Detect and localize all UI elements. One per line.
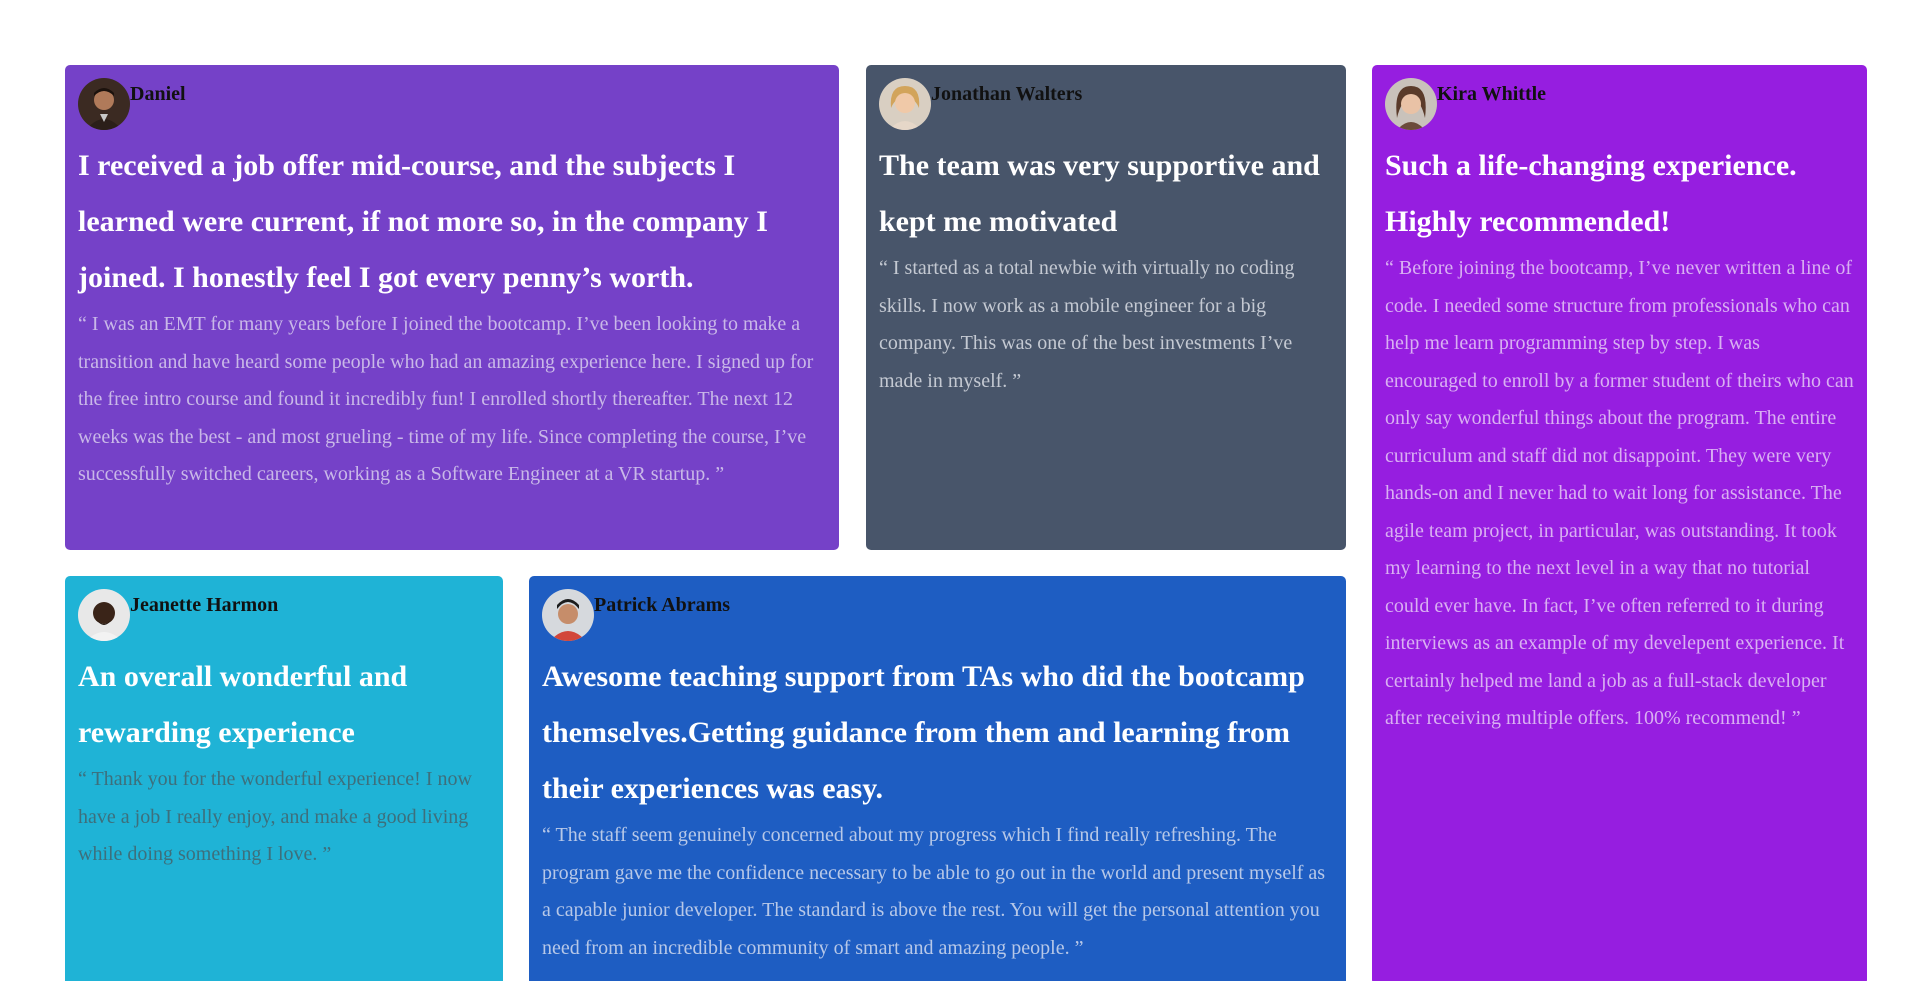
card-header: Jeanette Harmon	[78, 589, 490, 641]
testimonial-grid: Daniel I received a job offer mid-course…	[0, 0, 1920, 981]
testimonial-quote: “ I started as a total newbie with virtu…	[879, 257, 1295, 392]
testimonial-quote: “ The staff seem genuinely concerned abo…	[542, 824, 1326, 959]
card-header: Jonathan Walters	[879, 78, 1333, 130]
avatar-icon	[78, 589, 130, 641]
author-name: Patrick Abrams	[594, 593, 731, 616]
avatar-icon	[78, 78, 130, 130]
card-header: Kira Whittle	[1385, 78, 1854, 130]
testimonial-card-kira: Kira Whittle Such a life-changing experi…	[1372, 65, 1867, 981]
testimonial-quote: “ Before joining the bootcamp, I’ve neve…	[1385, 257, 1854, 729]
testimonial-headline: I received a job offer mid-course, and t…	[78, 149, 768, 294]
card-header: Patrick Abrams	[542, 589, 1333, 641]
author-name: Daniel	[130, 82, 186, 105]
author-name: Jonathan Walters	[931, 82, 1083, 105]
testimonial-card-patrick: Patrick Abrams Awesome teaching support …	[529, 576, 1346, 981]
testimonial-quote: “ Thank you for the wonderful experience…	[78, 768, 472, 865]
testimonial-card-jeanette: Jeanette Harmon An overall wonderful and…	[65, 576, 503, 981]
testimonial-headline: Awesome teaching support from TAs who di…	[542, 660, 1305, 805]
avatar-icon	[879, 78, 931, 130]
author-name: Jeanette Harmon	[130, 593, 279, 616]
testimonial-card-jonathan: Jonathan Walters The team was very suppo…	[866, 65, 1346, 550]
testimonial-card-daniel: Daniel I received a job offer mid-course…	[65, 65, 839, 550]
avatar-icon	[1385, 78, 1437, 130]
testimonial-headline: Such a life-changing experience. Highly …	[1385, 149, 1797, 238]
avatar-icon	[542, 589, 594, 641]
testimonial-headline: The team was very supportive and kept me…	[879, 149, 1320, 238]
testimonial-headline: An overall wonderful and rewarding exper…	[78, 660, 408, 749]
card-header: Daniel	[78, 78, 826, 130]
author-name: Kira Whittle	[1437, 82, 1547, 105]
testimonial-quote: “ I was an EMT for many years before I j…	[78, 313, 814, 485]
